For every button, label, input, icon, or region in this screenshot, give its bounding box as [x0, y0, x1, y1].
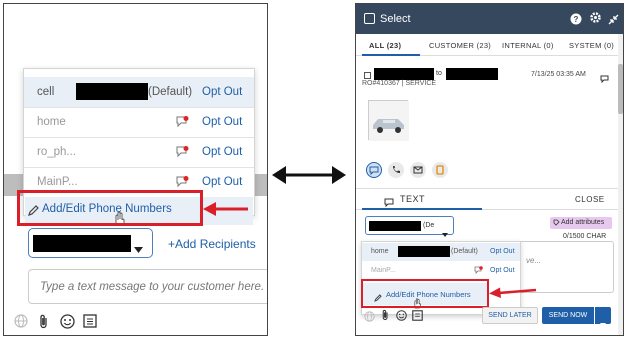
redacted-sender — [374, 68, 434, 80]
caret-down-icon — [442, 224, 448, 242]
scrollbar-thumb[interactable] — [618, 64, 623, 114]
left-screenshot-panel: cell (Default) Opt Out home Opt Out ro_p… — [3, 3, 268, 336]
paperclip-icon[interactable] — [38, 314, 50, 334]
send-later-button[interactable]: SEND LATER — [482, 307, 538, 324]
tab-all[interactable]: ALL (23) — [369, 41, 401, 50]
option-cell[interactable]: cell (Default) Opt Out — [24, 77, 254, 107]
template-icon[interactable] — [83, 314, 97, 333]
text-tab-underline — [362, 208, 482, 210]
redacted-number — [76, 83, 148, 100]
paperclip-icon[interactable] — [381, 308, 390, 326]
redacted-number — [398, 246, 450, 257]
svg-text:?: ? — [574, 15, 579, 24]
chat-action-icon[interactable] — [366, 162, 382, 178]
close-button[interactable]: CLOSE — [575, 195, 605, 204]
opt-out-link[interactable]: Opt Out — [202, 86, 242, 98]
option-name: MainP... — [371, 267, 396, 274]
option-ro-ph[interactable]: ro_ph... Opt Out — [24, 137, 254, 167]
chat-alert-icon — [474, 266, 483, 276]
select-label: Select — [380, 13, 411, 25]
emoji-icon[interactable] — [60, 314, 75, 334]
gear-icon[interactable] — [589, 11, 602, 29]
redacted-recipient — [33, 235, 131, 252]
option-name: home — [37, 116, 66, 128]
option-name: cell — [37, 86, 55, 98]
double-arrow-icon — [272, 166, 346, 184]
emoji-icon[interactable] — [396, 308, 407, 326]
active-tab-underline — [362, 54, 420, 56]
message-checkbox[interactable] — [364, 72, 371, 79]
panel-header: Select ? — [356, 4, 623, 34]
opt-out-link[interactable]: Opt Out — [202, 146, 242, 158]
right-screenshot-panel: Select ? ALL (23) CUSTOMER (23) INTERNAL… — [355, 3, 624, 336]
message-placeholder: Type a text message to your customer her… — [40, 281, 265, 293]
redacted-recipient — [369, 221, 421, 231]
tab-text[interactable]: TEXT — [400, 194, 425, 204]
collapse-icon[interactable] — [608, 12, 619, 30]
option-name: home — [371, 248, 389, 255]
to-label: to — [436, 70, 442, 77]
globe-icon[interactable] — [364, 309, 375, 327]
default-tag: (Default) — [148, 86, 193, 98]
note-icon[interactable] — [432, 162, 448, 178]
help-icon[interactable]: ? — [570, 12, 582, 30]
option-home[interactable]: home (Default) Opt Out — [362, 243, 520, 261]
globe-icon[interactable] — [14, 314, 28, 333]
add-attributes-label: Add attributes — [561, 219, 605, 226]
opt-out-link[interactable]: Opt Out — [490, 248, 515, 255]
highlight-box — [361, 279, 489, 308]
template-icon[interactable] — [412, 308, 423, 326]
chat-alert-icon — [176, 116, 189, 131]
red-arrow-icon — [203, 202, 248, 216]
message-date: 7/13/25 03:35 AM — [531, 71, 586, 78]
option-name: MainP... — [37, 176, 78, 188]
option-mainp[interactable]: MainP... Opt Out — [362, 262, 520, 280]
chat-icon — [600, 70, 609, 88]
chat-alert-icon — [176, 146, 189, 161]
highlight-box — [17, 190, 203, 226]
car-thumbnail[interactable] — [368, 100, 409, 141]
add-recipients-link[interactable]: +Add Recipients — [168, 237, 256, 251]
option-home[interactable]: home Opt Out — [24, 107, 254, 137]
char-counter: 0/1500 CHAR — [563, 233, 607, 240]
ro-service-label: RO#410367 | SERVICE — [362, 80, 437, 87]
caret-down-icon — [600, 314, 606, 332]
send-options-button[interactable] — [595, 307, 611, 327]
select-all-checkbox[interactable] — [364, 13, 375, 24]
recipient-select[interactable] — [28, 228, 153, 258]
tag-icon — [553, 219, 560, 228]
message-fragment: ve... — [526, 256, 542, 265]
tab-internal[interactable]: INTERNAL (0) — [502, 41, 554, 50]
message-tabs: ALL (23) CUSTOMER (23) INTERNAL (0) SYST… — [356, 34, 623, 56]
compose-header: TEXT CLOSE — [356, 188, 623, 210]
chat-alert-icon — [176, 176, 189, 191]
opt-out-link[interactable]: Opt Out — [202, 176, 242, 188]
opt-out-link[interactable]: Opt Out — [202, 116, 242, 128]
add-attributes-button[interactable]: Add attributes — [550, 217, 612, 229]
red-arrow-icon — [489, 287, 537, 298]
default-tag: (Default) — [451, 248, 478, 255]
tab-customer[interactable]: CUSTOMER (23) — [429, 41, 491, 50]
opt-out-link[interactable]: Opt Out — [490, 267, 515, 274]
send-now-button[interactable]: SEND NOW — [542, 307, 594, 324]
recipient-suffix: (De — [423, 222, 435, 229]
caret-down-icon — [134, 240, 143, 258]
redacted-recipient — [446, 68, 498, 80]
recipient-select[interactable]: (De — [365, 216, 454, 237]
tab-system[interactable]: SYSTEM (0) — [569, 41, 614, 50]
email-icon[interactable] — [410, 162, 426, 178]
phone-icon[interactable] — [388, 162, 404, 178]
option-name: ro_ph... — [37, 146, 76, 158]
